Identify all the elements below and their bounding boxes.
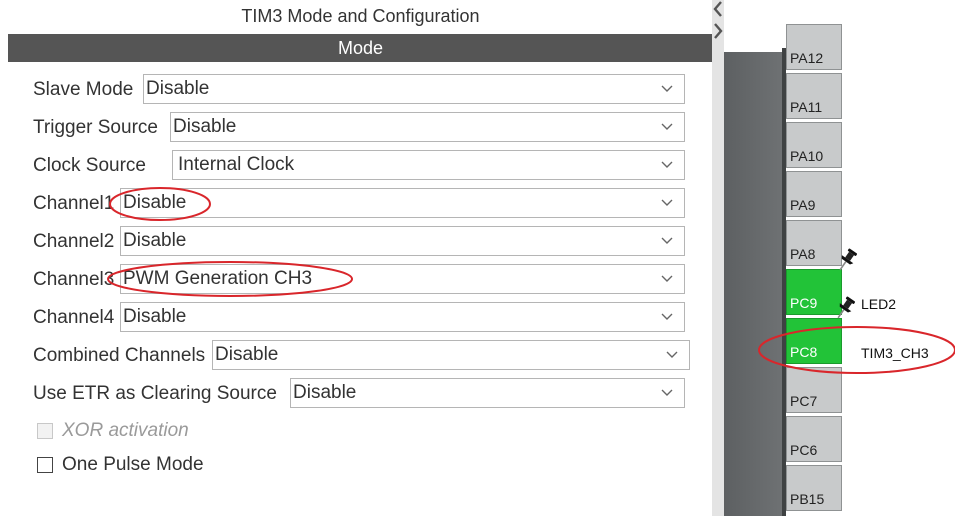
pc9-signal-label[interactable]: LED2: [861, 296, 896, 312]
pin-label: PC9: [790, 295, 818, 311]
pc8-signal-label[interactable]: TIM3_CH3: [861, 345, 929, 361]
chevron-down-icon: [661, 313, 673, 320]
clock-source-label: Clock Source: [33, 155, 146, 176]
pin-label: PA8: [790, 246, 816, 262]
collapse-arrow-icon[interactable]: [713, 0, 723, 40]
channel1-select[interactable]: Disable: [120, 188, 685, 218]
xor-activation-label: XOR activation: [62, 420, 189, 441]
slave-mode-value: Disable: [146, 78, 210, 99]
use-etr-value: Disable: [293, 382, 357, 403]
pin-label: PC7: [790, 393, 818, 409]
clock-source-select[interactable]: Internal Clock: [172, 150, 685, 180]
xor-activation-checkbox: [37, 423, 53, 439]
trigger-source-label: Trigger Source: [33, 117, 158, 138]
pin-pc7[interactable]: PC7: [786, 367, 842, 413]
pin-label: PA11: [790, 99, 823, 115]
channel3-label: Channel3: [33, 269, 115, 290]
trigger-source-select[interactable]: Disable: [170, 112, 685, 142]
channel4-select[interactable]: Disable: [120, 302, 685, 332]
channel1-value: Disable: [123, 192, 187, 213]
chevron-down-icon: [661, 199, 673, 206]
chevron-down-icon: [661, 275, 673, 282]
pin-pa9[interactable]: PA9: [786, 171, 842, 217]
channel2-select[interactable]: Disable: [120, 226, 685, 256]
mode-section-header[interactable]: Mode: [8, 34, 713, 62]
channel2-label: Channel2: [33, 231, 115, 252]
one-pulse-mode-label: One Pulse Mode: [62, 454, 204, 475]
channel4-label: Channel4: [33, 307, 115, 328]
clock-source-value: Internal Clock: [178, 154, 295, 175]
use-etr-label: Use ETR as Clearing Source: [33, 383, 277, 404]
pin-label: PC8: [790, 344, 818, 360]
channel2-value: Disable: [123, 230, 187, 251]
chevron-down-icon: [661, 237, 673, 244]
slave-mode-label: Slave Mode: [33, 79, 134, 100]
combined-channels-label: Combined Channels: [33, 345, 206, 366]
pin-label: PA12: [790, 50, 824, 66]
pin-pa10[interactable]: PA10: [786, 122, 842, 168]
pin-pb15[interactable]: PB15: [786, 465, 842, 511]
chevron-down-icon: [666, 351, 678, 358]
channel3-select[interactable]: PWM Generation CH3: [120, 264, 685, 294]
trigger-source-value: Disable: [173, 116, 237, 137]
pin-pc6[interactable]: PC6: [786, 416, 842, 462]
pin-pa11[interactable]: PA11: [786, 73, 842, 119]
slave-mode-select[interactable]: Disable: [143, 74, 685, 104]
panel-title: TIM3 Mode and Configuration: [241, 6, 480, 26]
chevron-down-icon: [661, 85, 673, 92]
pin-label: PA10: [790, 148, 824, 164]
pin-label: PC6: [790, 442, 818, 458]
pin-label: PA9: [790, 197, 816, 213]
channel3-value: PWM Generation CH3: [123, 268, 313, 289]
chevron-down-icon: [661, 123, 673, 130]
pushpin-icon: [837, 296, 856, 319]
pushpin-icon: [839, 248, 858, 271]
channel1-label: Channel1: [33, 193, 115, 214]
pin-pa12[interactable]: PA12: [786, 24, 842, 70]
chevron-down-icon: [661, 389, 673, 396]
panel-divider[interactable]: [712, 0, 724, 516]
tim3-config-panel: TIM3 Mode and Configuration Mode Slave M…: [0, 0, 713, 516]
pin-label: PB15: [790, 491, 825, 507]
one-pulse-mode-checkbox[interactable]: [37, 457, 53, 473]
chip-body: [724, 52, 782, 516]
pin-pc8[interactable]: PC8: [786, 318, 842, 364]
chevron-down-icon: [661, 161, 673, 168]
channel4-value: Disable: [123, 306, 187, 327]
combined-channels-select[interactable]: Disable: [212, 340, 690, 370]
use-etr-select[interactable]: Disable: [290, 378, 685, 408]
combined-channels-value: Disable: [215, 344, 279, 365]
